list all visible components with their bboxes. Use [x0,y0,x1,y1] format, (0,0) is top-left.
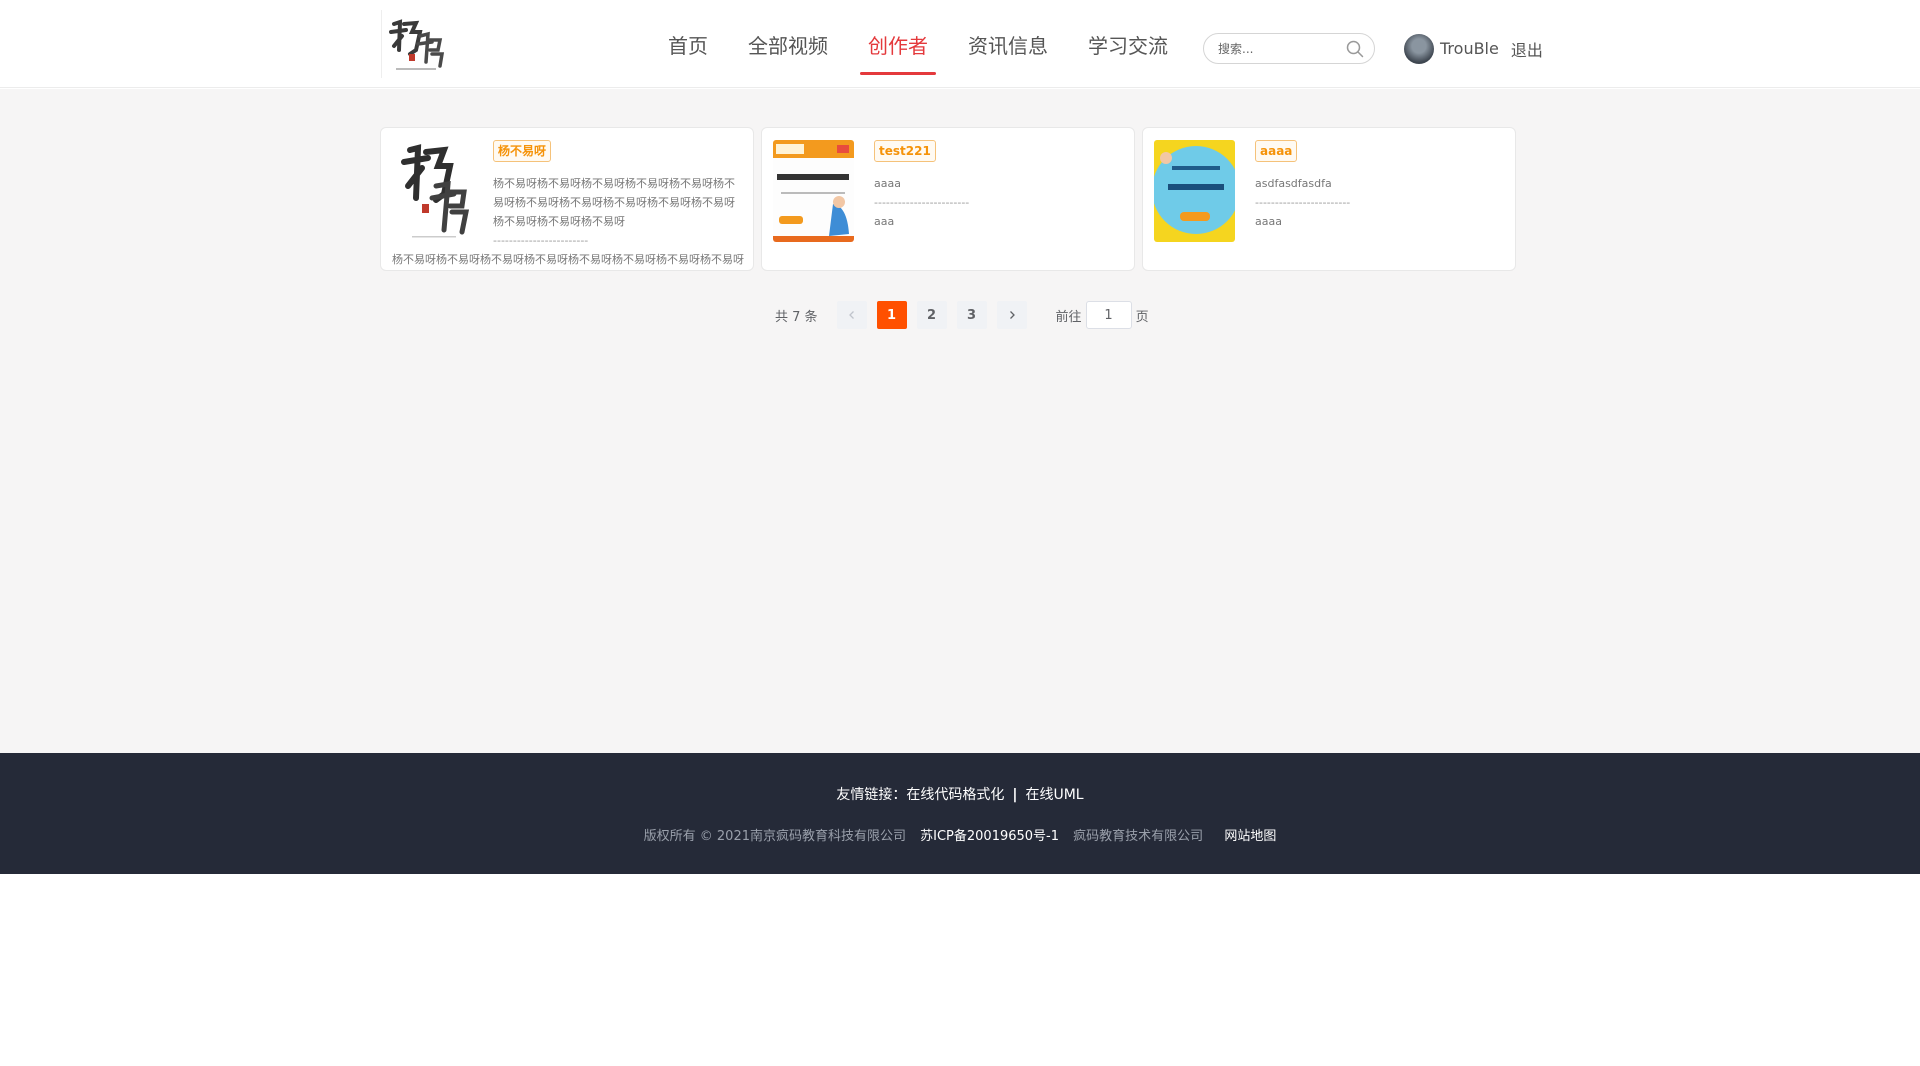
search-box [1203,33,1375,64]
nav-news[interactable]: 资讯信息 [948,0,1068,88]
pagination: 共 7 条 1 2 3 前往 页 [775,301,1149,329]
main-nav: 首页 全部视频 创作者 资讯信息 学习交流 [648,0,1188,88]
creator-extra: aaaa [1255,215,1282,228]
chevron-right-icon [1009,311,1015,319]
nav-learning[interactable]: 学习交流 [1068,0,1188,88]
chevron-left-icon [848,311,854,319]
copyright-line: 版权所有 © 2021南京疯码教育科技有限公司 苏ICP备20019650号-1… [0,825,1920,844]
nav-creators[interactable]: 创作者 [848,0,948,88]
friend-links: 友情链接：在线代码格式化 | 在线UML [0,784,1920,804]
divider-text: ------------------------ [493,234,589,247]
goto-page-input[interactable] [1085,301,1132,329]
nav-home[interactable]: 首页 [648,0,728,88]
sitemap-link[interactable]: 网站地图 [1224,829,1276,844]
page-button-1[interactable]: 1 [876,301,907,329]
icp-record[interactable]: 苏ICP备20019650号-1 [920,829,1059,844]
friend-link-code-formatter[interactable]: 在线代码格式化 [906,787,1004,803]
company-name: 疯码教育技术有限公司 [1073,829,1204,844]
creator-name-badge: test221 [874,140,936,162]
creator-intro: aaaa [874,177,901,190]
friend-links-label: 友情链接： [836,787,907,803]
search-input[interactable] [1218,40,1338,58]
creator-description: 杨不易呀杨不易呀杨不易呀杨不易呀杨不易呀杨不易呀杨不易呀杨不易呀杨不易呀杨不易呀… [493,174,743,250]
friend-link-uml[interactable]: 在线UML [1025,787,1083,803]
top-header: 首页 全部视频 创作者 资讯信息 学习交流 TrouBle 退出 [0,0,1920,88]
creator-name-badge: aaaa [1255,140,1298,162]
divider-text: ------------------------ [874,196,970,209]
page-button-3[interactable]: 3 [956,301,987,329]
creator-extra: aaa [874,215,895,228]
site-logo[interactable] [381,10,450,78]
prev-page-button[interactable] [836,301,867,329]
logo-calligraphy-icon [382,10,450,78]
creator-thumbnail [773,140,854,242]
creator-thumbnail [392,140,473,242]
link-separator: | [1012,787,1018,803]
goto-suffix: 页 [1135,309,1149,325]
nav-all-videos[interactable]: 全部视频 [728,0,848,88]
search-icon[interactable] [1346,40,1364,58]
creator-description: aaaa ------------------------ aaa [874,174,1124,231]
logout-link[interactable]: 退出 [1511,37,1543,61]
main-content: 杨不易呀 杨不易呀杨不易呀杨不易呀杨不易呀杨不易呀杨不易呀杨不易呀杨不易呀杨不易… [0,89,1920,753]
creator-card[interactable]: aaaa asdfasdfasdfa ---------------------… [1142,127,1516,271]
creator-list: 杨不易呀 杨不易呀杨不易呀杨不易呀杨不易呀杨不易呀杨不易呀杨不易呀杨不易呀杨不易… [380,127,1516,271]
page-jumper: 前往 页 [1056,301,1149,329]
user-area: TrouBle 退出 [1404,33,1543,64]
creator-card[interactable]: test221 aaaa ------------------------ aa… [761,127,1135,271]
divider-text: ------------------------ [1255,196,1351,209]
next-page-button[interactable] [996,301,1027,329]
avatar[interactable] [1404,33,1434,64]
creator-intro: 杨不易呀杨不易呀杨不易呀杨不易呀杨不易呀杨不易呀杨不易呀杨不易呀杨不易呀杨不易呀… [493,177,735,228]
total-count: 共 7 条 [775,309,818,325]
copyright-text: 版权所有 © 2021南京疯码教育科技有限公司 [643,829,906,844]
creator-name-badge: 杨不易呀 [493,140,552,162]
creator-card[interactable]: 杨不易呀 杨不易呀杨不易呀杨不易呀杨不易呀杨不易呀杨不易呀杨不易呀杨不易呀杨不易… [380,127,754,271]
username[interactable]: TrouBle [1440,39,1499,58]
creator-overflow-text: 杨不易呀杨不易呀杨不易呀杨不易呀杨不易呀杨不易呀杨不易呀杨不易呀 [392,253,744,266]
creator-description: asdfasdfasdfa ------------------------ a… [1255,174,1505,231]
creator-thumbnail [1154,140,1235,242]
goto-prefix: 前往 [1055,309,1082,325]
page-button-2[interactable]: 2 [916,301,947,329]
creator-intro: asdfasdfasdfa [1255,177,1332,190]
site-footer: 友情链接：在线代码格式化 | 在线UML 版权所有 © 2021南京疯码教育科技有限… [0,753,1920,874]
